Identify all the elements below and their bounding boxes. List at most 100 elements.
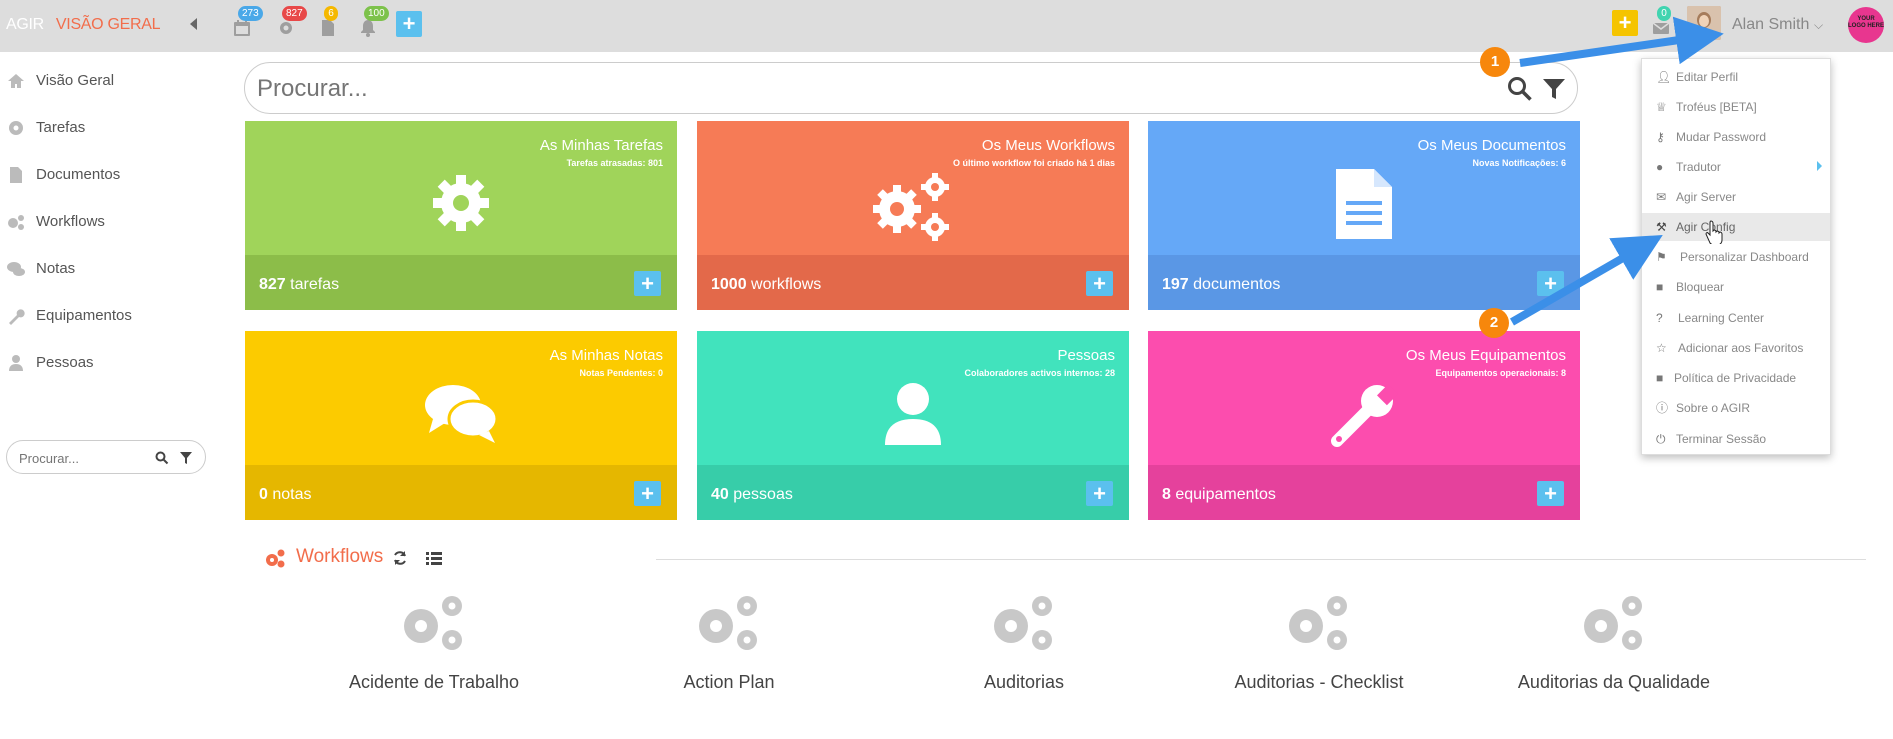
menu-item-trofeus[interactable]: ♕ Troféus [BETA] (1642, 93, 1830, 121)
tasks-button[interactable]: 827 (276, 6, 307, 38)
gears-icon (404, 596, 462, 650)
brand[interactable]: AGIR VISÃO GERAL (6, 16, 161, 34)
add-note-button[interactable]: + (634, 481, 661, 506)
gear-icon (280, 22, 292, 34)
menu-item-label: Sobre o AGIR (1676, 401, 1751, 415)
tile-title: Os Meus Equipamentos (1405, 347, 1566, 364)
tile-count: 827 tarefas (259, 276, 340, 293)
divider (656, 559, 1866, 560)
bell-icon (361, 20, 375, 37)
tile-subtitle: O último workflow foi criado há 1 dias (952, 158, 1115, 168)
workflow-item[interactable]: Auditorias (894, 592, 1154, 702)
add-equipment-button[interactable]: + (1537, 481, 1564, 506)
sidebar-item-label: Tarefas (36, 119, 86, 136)
search-input[interactable] (257, 75, 1457, 103)
menu-item-label: Política de Privacidade (1674, 371, 1797, 385)
refresh-icon[interactable] (392, 550, 408, 566)
tile-count: 1000 workflows (711, 276, 822, 293)
calendar-button[interactable]: 273 (232, 6, 263, 38)
menu-item-label: Agir Server (1676, 190, 1737, 204)
search-icon[interactable] (1507, 76, 1533, 102)
quick-add-button[interactable]: + (1612, 10, 1638, 36)
menu-item-terminar-sessao[interactable]: ⏻ Terminar Sessão (1642, 425, 1830, 453)
sidebar-search (6, 440, 206, 474)
menu-item-politica-privacidade[interactable]: ■ Política de Privacidade (1642, 364, 1830, 392)
sidebar-item-label: Notas (36, 260, 76, 277)
menu-item-adicionar-favoritos[interactable]: ☆ Adicionar aos Favoritos (1642, 334, 1830, 362)
sidebar-item-visao-geral[interactable]: Visão Geral (0, 60, 215, 100)
filter-icon[interactable] (1541, 76, 1567, 102)
sidebar-item-notas[interactable]: Notas (0, 248, 215, 288)
sidebar-item-label: Equipamentos (36, 307, 132, 324)
menu-item-label: Learning Center (1678, 311, 1765, 325)
workflows-title: Workflows (296, 546, 384, 567)
tile-count: 197 documentos (1162, 276, 1281, 293)
workflow-item[interactable]: Auditorias da Qualidade (1484, 592, 1744, 702)
menu-item-editar-perfil[interactable]: 👤︎ Editar Perfil (1642, 63, 1830, 91)
add-person-button[interactable]: + (1086, 481, 1113, 506)
add-button[interactable]: + (396, 11, 422, 37)
gears-icon (1584, 596, 1642, 650)
list-icon[interactable] (426, 550, 442, 566)
menu-item-label: Mudar Password (1676, 130, 1767, 144)
document-icon (322, 20, 334, 36)
menu-item-agir-config[interactable]: ⚒ Agir Config (1642, 213, 1830, 241)
workflow-item[interactable]: Action Plan (599, 592, 859, 702)
calendar-icon (234, 20, 250, 36)
chevron-down-icon[interactable]: ⌵ (1814, 18, 1823, 33)
notifications-button[interactable]: 100 (358, 6, 389, 38)
top-bar: AGIR VISÃO GERAL 273 827 6 100 + + 0 Alan… (0, 0, 1893, 52)
menu-item-label: Bloquear (1676, 280, 1725, 294)
sidebar-item-label: Visão Geral (36, 72, 115, 89)
sidebar-item-pessoas[interactable]: Pessoas (0, 342, 215, 382)
tile-equipamentos[interactable]: Os Meus Equipamentos Equipamentos operac… (1148, 331, 1580, 520)
sidebar-search-input[interactable] (19, 448, 149, 468)
add-workflow-button[interactable]: + (1086, 271, 1113, 296)
tile-footer: 8 equipamentos + (1148, 465, 1580, 520)
filter-icon[interactable] (179, 451, 193, 465)
envelope-icon: ✉ (1656, 190, 1667, 204)
workflow-item[interactable]: Acidente de Trabalho (304, 592, 564, 702)
add-document-button[interactable]: + (1537, 271, 1564, 296)
menu-item-bloquear[interactable]: ■ Bloquear (1642, 273, 1830, 301)
user-icon (9, 355, 23, 371)
company-logo: YOUR LOGO HERE (1848, 7, 1884, 43)
sidebar-item-equipamentos[interactable]: Equipamentos (0, 295, 215, 335)
workflow-item[interactable]: Auditorias - Checklist (1189, 592, 1449, 702)
search-icon[interactable] (155, 451, 169, 465)
menu-item-label: Adicionar aos Favoritos (1678, 341, 1804, 355)
workflow-label: Action Plan (683, 672, 775, 692)
wrench-icon (9, 309, 25, 325)
tile-title: As Minhas Tarefas (539, 137, 663, 154)
menu-item-personalizar-dashboard[interactable]: ⚑ Personalizar Dashboard (1642, 243, 1830, 271)
messages-button[interactable]: 0 (1651, 6, 1675, 38)
sidebar-item-label: Pessoas (36, 354, 94, 371)
menu-item-agir-server[interactable]: ✉ Agir Server (1642, 183, 1830, 211)
user-name[interactable]: Alan Smith (1732, 16, 1809, 34)
sidebar-item-tarefas[interactable]: Tarefas (0, 107, 215, 147)
collapse-sidebar-icon[interactable] (190, 18, 197, 30)
tile-tarefas[interactable]: As Minhas Tarefas Tarefas atrasadas: 801… (245, 121, 677, 310)
menu-item-tradutor[interactable]: ● Tradutor (1642, 153, 1830, 181)
tile-pessoas[interactable]: Pessoas Colaboradores activos internos: … (697, 331, 1129, 520)
tile-notas[interactable]: As Minhas Notas Notas Pendentes: 0 0 not… (245, 331, 677, 520)
tile-title: Os Meus Documentos (1417, 137, 1566, 154)
add-task-button[interactable]: + (634, 271, 661, 296)
avatar[interactable] (1687, 6, 1721, 40)
info-icon: ⓘ (1656, 401, 1669, 415)
user-icon (885, 383, 941, 445)
menu-item-mudar-password[interactable]: ⚷ Mudar Password (1642, 123, 1830, 151)
documents-button[interactable]: 6 (318, 6, 342, 38)
menu-item-sobre-agir[interactable]: ⓘ Sobre o AGIR (1642, 394, 1830, 422)
sidebar-item-documentos[interactable]: Documentos (0, 154, 215, 194)
sidebar-item-workflows[interactable]: Workflows (0, 201, 215, 241)
menu-item-learning-center[interactable]: ? Learning Center (1642, 304, 1830, 332)
document-icon (1336, 169, 1392, 239)
tile-workflows[interactable]: Os Meus Workflows O último workflow foi … (697, 121, 1129, 310)
menu-item-label: Editar Perfil (1676, 70, 1739, 84)
lock-icon: ■ (1656, 371, 1664, 385)
tile-documentos[interactable]: Os Meus Documentos Novas Notificações: 6… (1148, 121, 1580, 310)
sidebar-item-label: Documentos (36, 166, 121, 183)
workflow-label: Auditorias (983, 672, 1065, 692)
notifications-badge: 100 (364, 6, 389, 21)
